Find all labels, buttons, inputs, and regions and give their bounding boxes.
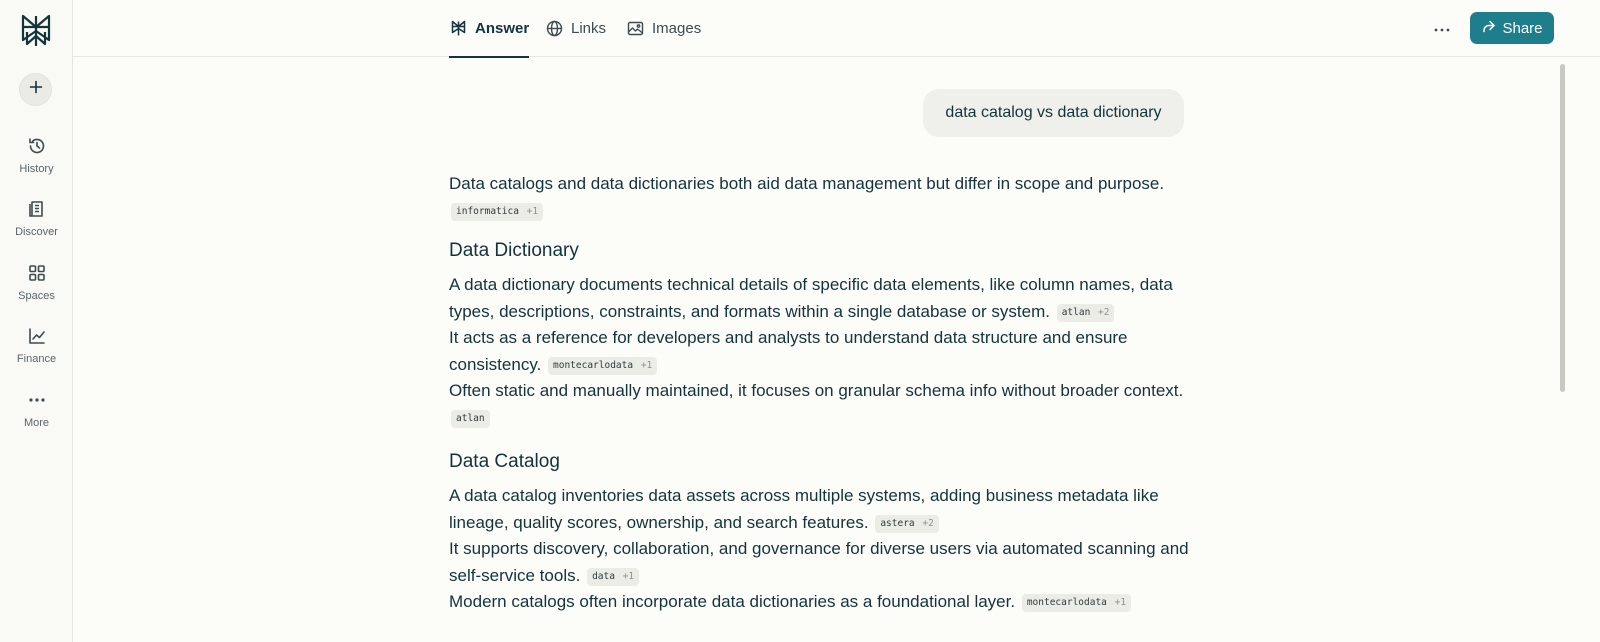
sidebar: History Discover Spaces Finance More [0,0,73,642]
citation-badge[interactable]: astera +2 [875,514,939,533]
sidebar-item-history[interactable]: History [0,135,73,191]
scrollbar[interactable] [1558,58,1568,642]
plus-icon [29,80,43,99]
share-label: Share [1502,19,1543,37]
answer-sentence: Often static and manually maintained, it… [449,378,1189,431]
sidebar-item-discover[interactable]: Discover [0,198,73,254]
answer-sentence: It acts as a reference for developers an… [449,328,1128,375]
share-button[interactable]: Share [1470,12,1554,44]
perplexity-logo[interactable] [17,12,55,50]
answer-body: Data catalogs and data dictionaries both… [449,171,1189,634]
tab-label: Images [652,20,702,37]
more-horizontal-icon [1434,19,1450,37]
citation-badge[interactable]: atlan [451,409,490,428]
new-thread-button[interactable] [19,73,52,106]
answer-sentence: A data dictionary documents technical de… [449,275,1173,322]
tab-links[interactable]: Links [545,0,606,57]
tab-label: Links [571,20,607,37]
image-icon [626,20,644,38]
sidebar-item-label: History [19,163,54,175]
citation-badge[interactable]: informatica +1 [451,202,544,221]
section-data-catalog: Data Catalog A data catalog inventories … [449,449,1189,616]
sidebar-item-label: Discover [15,226,58,238]
intro-text: Data catalogs and data dictionaries both… [449,174,1165,193]
answer-sentence: It supports discovery, collaboration, an… [449,539,1189,586]
sidebar-item-spaces[interactable]: Spaces [0,262,73,318]
more-icon [26,389,48,411]
citation-badge[interactable]: montecarlodata +1 [548,356,658,375]
chart-icon [26,325,48,347]
perplexity-icon [449,20,467,38]
tab-label: Answer [475,20,530,37]
section-heading: Data Catalog [449,451,560,472]
section-heading: Data Dictionary [449,240,579,261]
answer-intro: Data catalogs and data dictionaries both… [449,171,1189,224]
app-window: History Discover Spaces Finance More Ans… [0,0,1600,642]
citation-badge[interactable]: data +1 [587,567,640,586]
top-bar: Answer Links Images Share [73,0,1600,58]
sidebar-item-more[interactable]: More [0,389,73,445]
tab-answer[interactable]: Answer [449,0,530,58]
sidebar-item-finance[interactable]: Finance [0,325,73,381]
more-options-button[interactable] [1428,14,1456,42]
sidebar-item-label: Finance [16,353,57,365]
citation-badge[interactable]: montecarlodata +1 [1021,594,1132,612]
share-icon [1481,19,1496,38]
section-data-dictionary: Data Dictionary A data dictionary docume… [449,238,1189,431]
globe-icon [545,20,563,38]
sidebar-item-label: Spaces [18,290,55,302]
sidebar-item-label: More [23,417,50,429]
scrollbar-thumb[interactable] [1560,64,1565,392]
tab-images[interactable]: Images [626,0,701,57]
answer-sentence: A data catalog inventories data assets a… [449,486,1159,533]
citation-badge[interactable]: atlan +2 [1056,303,1115,322]
history-icon [26,135,48,157]
grid-icon [26,262,48,284]
answer-sentence: Modern catalogs often incorporate data d… [449,589,1189,616]
discover-icon [26,198,48,220]
user-query: data catalog vs data dictionary [923,89,1184,137]
